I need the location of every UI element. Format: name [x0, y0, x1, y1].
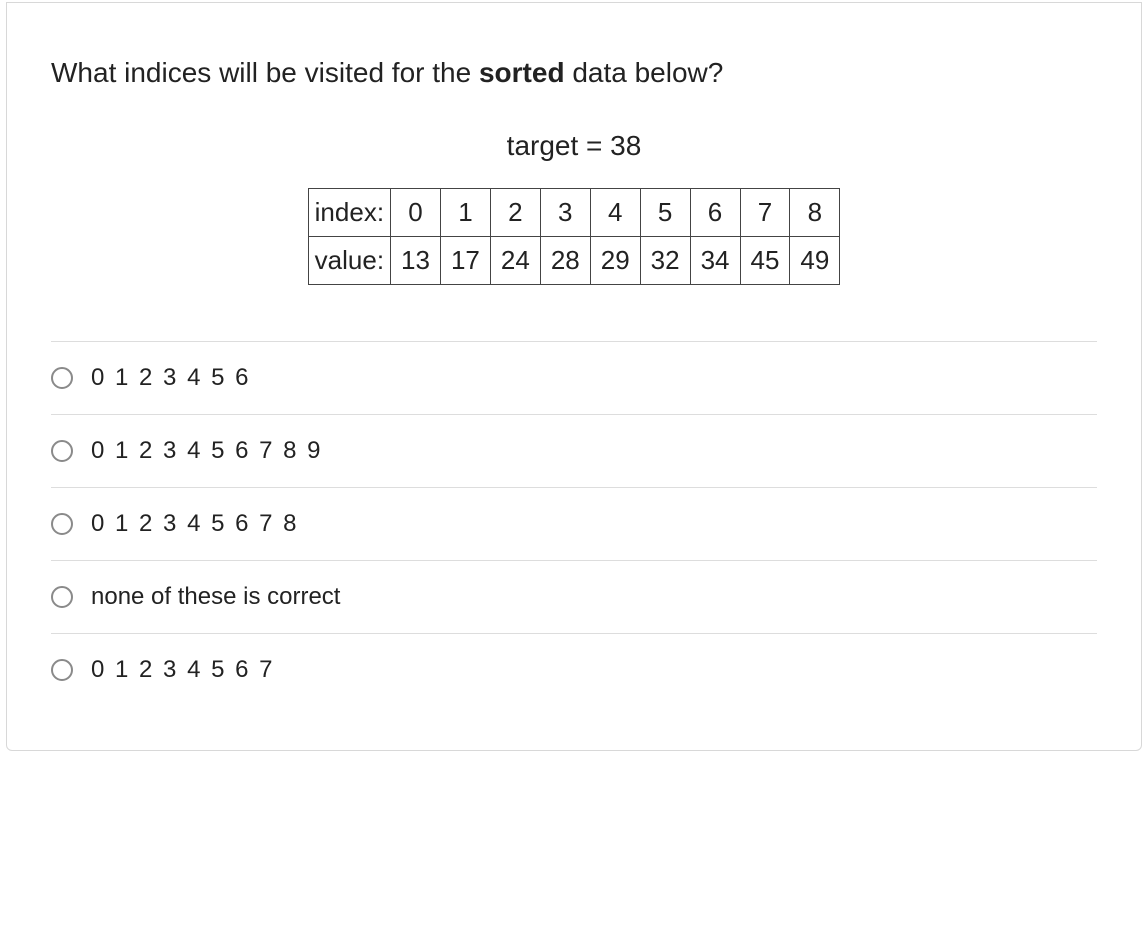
index-cell: 7	[740, 189, 790, 237]
value-row: value: 13 17 24 28 29 32 34 45 49	[308, 237, 840, 285]
option-4[interactable]: 0 1 2 3 4 5 6 7	[51, 634, 1097, 706]
radio-icon	[51, 440, 73, 462]
option-3[interactable]: none of these is correct	[51, 561, 1097, 634]
index-cell: 6	[690, 189, 740, 237]
radio-icon	[51, 586, 73, 608]
option-label: none of these is correct	[91, 583, 340, 611]
index-cell: 2	[490, 189, 540, 237]
question-prefix: What indices will be visited for the	[51, 57, 479, 88]
option-label: 0 1 2 3 4 5 6 7 8 9	[91, 437, 323, 465]
value-cell: 17	[440, 237, 490, 285]
value-cell: 24	[490, 237, 540, 285]
option-2[interactable]: 0 1 2 3 4 5 6 7 8	[51, 488, 1097, 561]
index-cell: 5	[640, 189, 690, 237]
index-cell: 4	[590, 189, 640, 237]
value-cell: 34	[690, 237, 740, 285]
value-cell: 13	[391, 237, 441, 285]
data-table: index: 0 1 2 3 4 5 6 7 8 value: 13 17 24…	[308, 188, 841, 285]
radio-icon	[51, 367, 73, 389]
radio-icon	[51, 513, 73, 535]
index-label: index:	[308, 189, 390, 237]
options-list: 0 1 2 3 4 5 6 0 1 2 3 4 5 6 7 8 9 0 1 2 …	[51, 341, 1097, 706]
target-line: target = 38	[51, 130, 1097, 162]
radio-icon	[51, 659, 73, 681]
question-suffix: data below?	[565, 57, 724, 88]
index-cell: 0	[391, 189, 441, 237]
question-bold: sorted	[479, 57, 565, 88]
option-label: 0 1 2 3 4 5 6	[91, 364, 250, 392]
question-card: What indices will be visited for the sor…	[6, 2, 1142, 751]
option-label: 0 1 2 3 4 5 6 7	[91, 656, 274, 684]
question-text: What indices will be visited for the sor…	[51, 53, 1097, 92]
value-cell: 28	[540, 237, 590, 285]
value-cell: 32	[640, 237, 690, 285]
index-cell: 1	[440, 189, 490, 237]
index-cell: 3	[540, 189, 590, 237]
value-cell: 45	[740, 237, 790, 285]
value-label: value:	[308, 237, 390, 285]
index-cell: 8	[790, 189, 840, 237]
index-row: index: 0 1 2 3 4 5 6 7 8	[308, 189, 840, 237]
option-1[interactable]: 0 1 2 3 4 5 6 7 8 9	[51, 415, 1097, 488]
option-0[interactable]: 0 1 2 3 4 5 6	[51, 342, 1097, 415]
value-cell: 49	[790, 237, 840, 285]
value-cell: 29	[590, 237, 640, 285]
option-label: 0 1 2 3 4 5 6 7 8	[91, 510, 298, 538]
